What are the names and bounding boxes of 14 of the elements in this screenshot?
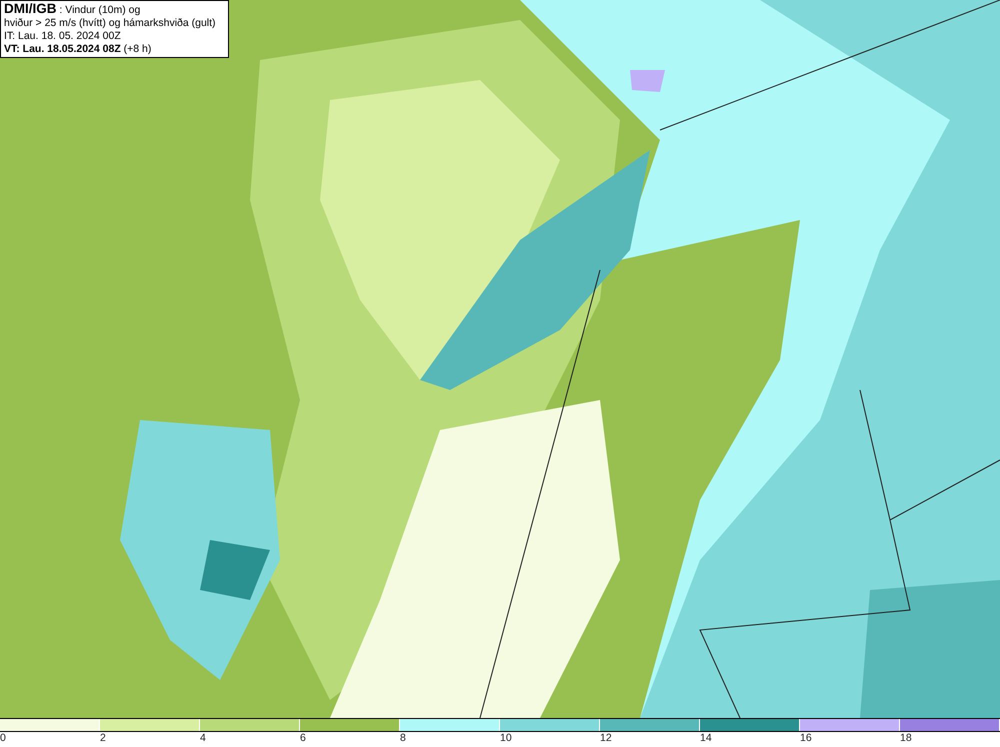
tick-label: 2 [100,732,106,745]
title-line: DMI/IGB : Vindur (10m) og [4,2,142,17]
title-line: hviður > 25 m/s (hvítt) og hámarkshviða (gult) [4,17,217,30]
tick-label: 8 [400,732,406,745]
tick-label: 6 [300,732,306,745]
title-line: VT: Lau. 18.05.2024 08Z (+8 h) [4,43,152,56]
tick-label: 18 [900,732,912,745]
tick-label: 16 [800,732,812,745]
tick-label: 10 [500,732,512,745]
tick-label: 4 [200,732,206,745]
tick-label: 14 [700,732,712,745]
title-line: IT: Lau. 18. 05. 2024 00Z [4,30,122,43]
tick-label: 12 [600,732,612,745]
tick-label: 0 [0,732,6,745]
